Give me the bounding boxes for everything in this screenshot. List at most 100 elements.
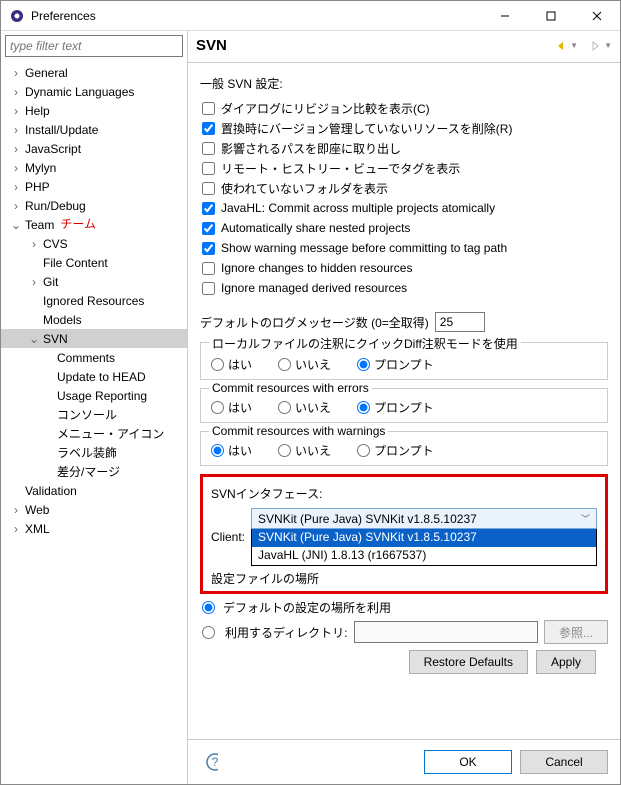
tree-item-comments[interactable]: Comments — [1, 348, 187, 367]
check-javahl-atomic[interactable] — [202, 202, 215, 215]
chevron-down-icon: ⌄ — [9, 218, 23, 232]
check-fetch-paths[interactable] — [202, 142, 215, 155]
config-file-location-label: 設定ファイルの場所 — [211, 570, 597, 587]
page-title: SVN — [196, 37, 554, 54]
svg-text:?: ? — [212, 755, 218, 769]
tree-item-general[interactable]: ›General — [1, 63, 187, 82]
forward-arrow-icon[interactable] — [588, 39, 602, 53]
chevron-right-icon: › — [9, 66, 23, 80]
tree-item-dynamic-languages[interactable]: ›Dynamic Languages — [1, 82, 187, 101]
filter-input[interactable] — [5, 35, 183, 57]
browse-button[interactable]: 参照... — [544, 620, 608, 644]
check-ignore-derived[interactable] — [202, 282, 215, 295]
chevron-down-icon: ﹀ — [581, 512, 590, 525]
tree-item-models[interactable]: Models — [1, 310, 187, 329]
loc-usedir-label: 利用するディレクトリ: — [225, 624, 348, 641]
maximize-button[interactable] — [528, 1, 574, 31]
radio-err-no[interactable] — [278, 401, 291, 414]
app-icon — [9, 8, 25, 24]
tree-item-mylyn[interactable]: ›Mylyn — [1, 158, 187, 177]
minimize-button[interactable] — [482, 1, 528, 31]
tree-item-file-content[interactable]: File Content — [1, 253, 187, 272]
radio-quickdiff-yes[interactable] — [211, 358, 224, 371]
tree-item-install-update[interactable]: ›Install/Update — [1, 120, 187, 139]
team-annotation: チーム — [60, 215, 96, 232]
tree-item-ignored-resources[interactable]: Ignored Resources — [1, 291, 187, 310]
radio-loc-usedir[interactable] — [202, 626, 215, 639]
chevron-right-icon: › — [9, 85, 23, 99]
chevron-right-icon: › — [9, 180, 23, 194]
tree-item-team[interactable]: ⌄Teamチーム — [1, 215, 187, 234]
chevron-down-icon: ⌄ — [27, 332, 41, 346]
back-arrow-icon[interactable] — [554, 39, 568, 53]
loc-dir-input[interactable] — [354, 621, 538, 643]
radio-warn-no[interactable] — [278, 444, 291, 457]
chevron-right-icon: › — [9, 104, 23, 118]
dropdown-icon[interactable]: ▼ — [604, 41, 612, 50]
check-ignore-hidden[interactable] — [202, 262, 215, 275]
sidebar: ›General ›Dynamic Languages ›Help ›Insta… — [1, 31, 188, 784]
radio-loc-default[interactable] — [202, 601, 215, 614]
apply-button[interactable]: Apply — [536, 650, 596, 674]
tree-item-console[interactable]: コンソール — [1, 405, 187, 424]
tree-item-help[interactable]: ›Help — [1, 101, 187, 120]
section-general-label: 一般 SVN 設定: — [200, 75, 608, 92]
preferences-window: Preferences ›General ›Dynamic Languages … — [0, 0, 621, 785]
radio-quickdiff-no[interactable] — [278, 358, 291, 371]
radio-warn-yes[interactable] — [211, 444, 224, 457]
group-commit-errors: Commit resources with errors はい いいえ プロンプ… — [200, 388, 608, 423]
tree-item-update-to-head[interactable]: Update to HEAD — [1, 367, 187, 386]
tree-item-diff-merge[interactable]: 差分/マージ — [1, 462, 187, 481]
radio-err-yes[interactable] — [211, 401, 224, 414]
dropdown-icon[interactable]: ▼ — [570, 41, 578, 50]
chevron-right-icon: › — [9, 142, 23, 156]
chevron-right-icon: › — [9, 123, 23, 137]
preference-tree[interactable]: ›General ›Dynamic Languages ›Help ›Insta… — [1, 61, 187, 784]
chevron-right-icon: › — [9, 161, 23, 175]
group-commit-warnings: Commit resources with warnings はい いいえ プロ… — [200, 431, 608, 466]
tree-item-menu-icon[interactable]: メニュー・アイコン — [1, 424, 187, 443]
check-show-unused-folders[interactable] — [202, 182, 215, 195]
logcount-input[interactable] — [435, 312, 485, 332]
tree-item-php[interactable]: ›PHP — [1, 177, 187, 196]
client-combo[interactable]: SVNKit (Pure Java) SVNKit v1.8.5.10237 ﹀ — [251, 508, 597, 529]
radio-quickdiff-prompt[interactable] — [357, 358, 370, 371]
svn-interface-label: SVNインタフェース: — [211, 485, 597, 502]
tree-item-web[interactable]: ›Web — [1, 500, 187, 519]
chevron-right-icon: › — [27, 275, 41, 289]
radio-warn-prompt[interactable] — [357, 444, 370, 457]
tree-item-svn[interactable]: ⌄SVN — [1, 329, 187, 348]
tree-item-label-decoration[interactable]: ラベル装飾 — [1, 443, 187, 462]
check-auto-share-nested[interactable] — [202, 222, 215, 235]
client-option-svnkit[interactable]: SVNKit (Pure Java) SVNKit v1.8.5.10237 — [252, 529, 596, 547]
check-delete-unversioned[interactable] — [202, 122, 215, 135]
client-label: Client: — [211, 530, 245, 544]
check-show-rev-compare[interactable] — [202, 102, 215, 115]
chevron-right-icon: › — [9, 522, 23, 536]
check-warn-tag-commit[interactable] — [202, 242, 215, 255]
tree-item-usage-reporting[interactable]: Usage Reporting — [1, 386, 187, 405]
close-button[interactable] — [574, 1, 620, 31]
tree-item-validation[interactable]: Validation — [1, 481, 187, 500]
chevron-right-icon: › — [9, 503, 23, 517]
chevron-right-icon: › — [9, 199, 23, 213]
chevron-right-icon: › — [27, 237, 41, 251]
tree-item-cvs[interactable]: ›CVS — [1, 234, 187, 253]
radio-err-prompt[interactable] — [357, 401, 370, 414]
tree-item-javascript[interactable]: ›JavaScript — [1, 139, 187, 158]
tree-item-xml[interactable]: ›XML — [1, 519, 187, 538]
titlebar: Preferences — [1, 1, 620, 31]
help-button[interactable]: ? — [200, 750, 224, 774]
svn-interface-highlight: SVNインタフェース: Client: SVNKit (Pure Java) S… — [200, 474, 608, 594]
ok-button[interactable]: OK — [424, 750, 512, 774]
restore-defaults-button[interactable]: Restore Defaults — [409, 650, 528, 674]
window-title: Preferences — [31, 9, 482, 23]
client-combo-list: SVNKit (Pure Java) SVNKit v1.8.5.10237 J… — [251, 529, 597, 566]
check-show-tags-remote[interactable] — [202, 162, 215, 175]
logcount-label: デフォルトのログメッセージ数 (0=全取得) — [200, 314, 429, 331]
tree-item-git[interactable]: ›Git — [1, 272, 187, 291]
tree-item-run-debug[interactable]: ›Run/Debug — [1, 196, 187, 215]
group-quickdiff: ローカルファイルの注釈にクイックDiff注釈モードを使用 はい いいえ プロンプ… — [200, 342, 608, 380]
client-option-javahl[interactable]: JavaHL (JNI) 1.8.13 (r1667537) — [252, 547, 596, 565]
cancel-button[interactable]: Cancel — [520, 750, 608, 774]
